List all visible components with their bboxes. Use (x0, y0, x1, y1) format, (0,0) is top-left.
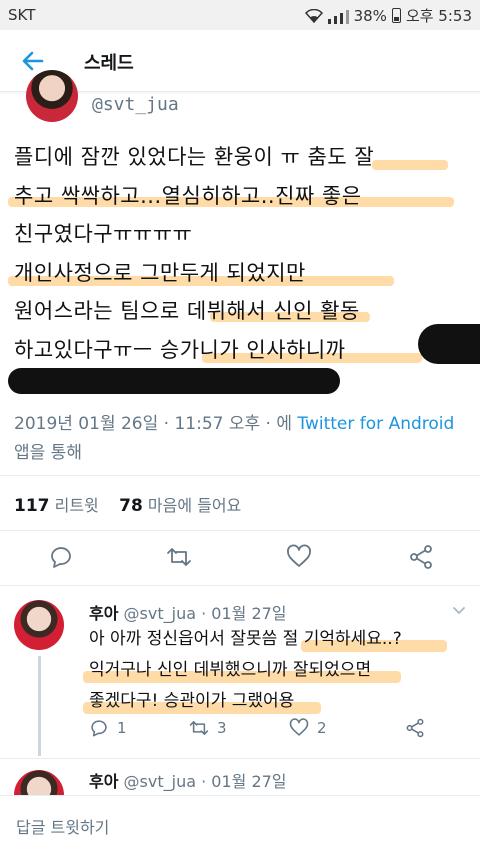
retweet-icon (189, 721, 209, 735)
reply-header: 후아 @svt_jua · 01월 27일 (89, 600, 287, 624)
clock: 오후 5:53 (405, 7, 472, 25)
source-suffix: 앱을 통해 (14, 443, 82, 463)
reply-compose-bar: 답글 트윗하기 (0, 795, 480, 853)
reply-avatar[interactable] (14, 600, 64, 650)
reply-retweet-count: 3 (217, 719, 227, 737)
reply-share-button[interactable] (405, 718, 425, 738)
tweet-body: 플디에 잠깐 있었다는 환웅이 ㅠ 춤도 잘 추고 싹싹하고...열심히하고..… (8, 138, 466, 370)
reply-icon (91, 720, 107, 737)
reply-icon[interactable] (48, 544, 74, 570)
reply-input[interactable]: 답글 트윗하기 (16, 814, 109, 838)
reply-reply-button[interactable]: 1 (89, 718, 127, 738)
status-right: 38% 오후 5:53 (304, 5, 472, 26)
tweet-line: 개인사정으로 그만두게 되었지만 (8, 254, 466, 293)
divider (0, 758, 480, 759)
retweet-icon[interactable] (166, 544, 192, 570)
status-bar: SKT 38% 오후 5:53 (0, 0, 480, 30)
reply-actions: 1 3 2 (89, 718, 449, 746)
tweet-meta: 2019년 01월 26일 · 11:57 오후 · 에 Twitter for… (14, 410, 466, 468)
reply-author-name[interactable]: 후아 (89, 604, 118, 623)
like-icon[interactable] (286, 544, 312, 570)
reply-header: 후아 @svt_jua · 01월 27일 (89, 768, 287, 792)
tweet-line: 친구였다구ㅠㅠㅠㅠ (14, 222, 193, 246)
page-title: 스레드 (84, 53, 134, 74)
author-avatar[interactable] (26, 70, 78, 122)
signal-icon (327, 8, 349, 24)
reply-author-handle[interactable]: @svt_jua (124, 772, 196, 791)
reply-line: 아 아까 정신읍어서 잘못씀 절 기억하세요..? (89, 624, 449, 655)
reply-date: · 01월 27일 (201, 604, 287, 623)
author-handle[interactable]: @svt_jua (92, 94, 179, 115)
tweet-datetime: 2019년 01월 26일 · 11:57 오후 · 에 (14, 414, 298, 434)
share-icon[interactable] (408, 544, 434, 570)
reply-like-count: 2 (317, 719, 327, 737)
reply-line: 좋겠다구! 승관이가 그랬어용 (83, 686, 449, 717)
divider (0, 530, 480, 531)
redaction-scribble (8, 368, 340, 394)
wifi-icon (304, 8, 323, 23)
source-link[interactable]: Twitter for Android (297, 414, 454, 434)
reply-date: · 01월 27일 (201, 772, 287, 791)
retweets-stat[interactable]: 117 리트윗 (14, 496, 99, 516)
tweet-actions (0, 538, 480, 578)
likes-stat[interactable]: 78 마음에 들어요 (119, 496, 241, 516)
thread-line (38, 656, 41, 756)
tweet-line: 하고있다구ㅠㅡ 승가니가 인사하니까 (14, 331, 466, 370)
chevron-down-icon[interactable] (452, 603, 466, 617)
tweet-line: 추고 싹싹하고...열심히하고..진짜 좋은 (8, 177, 466, 216)
battery-icon (391, 8, 401, 23)
carrier-label: SKT (8, 6, 36, 24)
tweet-stats: 117 리트윗 78 마음에 들어요 (14, 492, 241, 516)
battery-percent: 38% (353, 6, 387, 25)
divider (0, 585, 480, 586)
reply-like-button[interactable]: 2 (289, 718, 327, 738)
reply-line: 익거구나 신인 데뷔했으니까 잘되었으면 (83, 655, 449, 686)
like-icon (289, 718, 309, 736)
tweet-line: 원어스라는 팀으로 데뷔해서 신인 활동 (14, 292, 466, 331)
divider (0, 475, 480, 476)
reply-body: 아 아까 정신읍어서 잘못씀 절 기억하세요..? 익거구나 신인 데뷔했으니까… (83, 624, 449, 717)
tweet-line: 플디에 잠깐 있었다는 환웅이 ㅠ 춤도 잘 (14, 138, 466, 177)
reply-author-name[interactable]: 후아 (89, 772, 118, 791)
share-icon (406, 718, 424, 738)
back-arrow-icon[interactable] (20, 48, 46, 74)
reply-author-handle[interactable]: @svt_jua (124, 604, 196, 623)
reply-retweet-button[interactable]: 3 (189, 718, 227, 738)
reply-count: 1 (117, 719, 127, 737)
redaction-scribble (418, 324, 480, 364)
